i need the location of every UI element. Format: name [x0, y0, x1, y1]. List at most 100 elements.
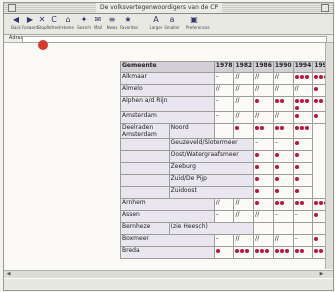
value-cell — [292, 222, 314, 235]
seat-dot — [299, 125, 304, 130]
seat-dot — [314, 200, 319, 205]
larger-icon: A — [153, 15, 159, 24]
seat-dot — [255, 152, 260, 157]
seat-dot — [294, 98, 299, 103]
subarea-cell: Zeeburg — [168, 162, 255, 175]
value-cell: // — [253, 111, 274, 124]
seat-dot — [260, 125, 265, 130]
scroll-left-arrow-icon[interactable]: ◀ — [6, 272, 11, 277]
toolbar-button-smaller[interactable]: a Smaller — [164, 15, 180, 33]
value-cell: – — [213, 111, 235, 124]
seat-dot — [314, 212, 319, 217]
value-cell: // — [272, 234, 294, 247]
seat-dot — [274, 176, 279, 181]
value-cell — [292, 72, 314, 85]
value-cell: // — [272, 111, 294, 124]
value-cell — [253, 186, 274, 199]
seat-dot — [274, 152, 279, 157]
table-row: Bernheze (zie Heesch) — [120, 222, 333, 235]
value-cell: – — [272, 210, 294, 223]
results-table: Gemeente 1978 1982 1986 1990 1994 1998 Alkmaar… — [120, 61, 333, 259]
seat-dot — [299, 200, 304, 205]
value-cell — [272, 174, 294, 187]
value-cell: – — [292, 210, 314, 223]
scroll-right-arrow-icon[interactable]: ▶ — [319, 272, 324, 277]
table-row: Almelo////////// — [120, 84, 333, 97]
favorites-icon: ★ — [124, 15, 132, 24]
value-cell — [292, 174, 314, 187]
seat-dot — [265, 248, 270, 253]
seat-dot — [260, 248, 265, 253]
value-cell — [292, 138, 314, 151]
subarea-cell: Oost/Watergraafsmeer — [168, 150, 255, 163]
value-cell — [213, 123, 235, 139]
table-header-cell: 1986 — [253, 61, 274, 73]
table-row: Deelraden Amsterdam Noord — [120, 123, 333, 139]
value-cell: – — [213, 96, 235, 112]
seat-dot — [304, 98, 309, 103]
horizontal-scrollbar[interactable]: ◀ ▶ — [4, 270, 333, 278]
value-cell — [292, 246, 314, 259]
seat-dot — [279, 125, 284, 130]
toolbar-button-favorites[interactable]: ★ Favorites — [120, 15, 138, 33]
seat-dot — [215, 248, 220, 253]
table-row: Arnhem//// — [120, 198, 333, 211]
toolbar-button-label: Larger — [149, 25, 163, 30]
value-cell: // — [233, 234, 255, 247]
title-bar[interactable]: De volksvertegenwoordigers van de CP — [4, 3, 333, 14]
value-cell: // — [272, 84, 294, 97]
value-cell: // — [233, 96, 255, 112]
gemeente-cell: Deelraden Amsterdam — [120, 123, 170, 139]
table-header-cell: 1982 — [233, 61, 255, 73]
seat-dot — [274, 98, 279, 103]
gemeente-cell — [120, 162, 170, 175]
value-cell: // — [253, 72, 274, 85]
table-row: Breda — [120, 246, 333, 259]
table-row: Assen –////– – — [120, 210, 333, 223]
zoom-box[interactable] — [321, 4, 329, 12]
close-box[interactable] — [8, 4, 16, 12]
toolbar-button-news[interactable]: ≡ News — [104, 15, 120, 33]
value-cell: // — [233, 84, 255, 97]
toolbar-button-home[interactable]: ⌂ Home — [60, 15, 76, 33]
seat-dot — [294, 188, 299, 193]
gemeente-cell: Alphen a/d Rijn — [120, 96, 215, 112]
value-cell: // — [292, 84, 314, 97]
value-cell — [233, 123, 255, 139]
seat-dot — [279, 98, 284, 103]
seat-dot — [245, 248, 250, 253]
value-cell: – — [253, 138, 274, 151]
seat-dot — [304, 125, 309, 130]
gemeente-cell: Assen — [120, 210, 215, 223]
value-cell — [253, 162, 274, 175]
value-cell — [213, 246, 235, 259]
seat-dot — [294, 176, 299, 181]
gemeente-cell: Alkmaar — [120, 72, 215, 85]
table-header-cell: 1978 — [213, 61, 235, 73]
address-input[interactable] — [22, 36, 327, 43]
seat-dot — [314, 248, 319, 253]
value-cell — [272, 96, 294, 112]
gemeente-cell: Boxmeer — [120, 234, 215, 247]
seat-dot — [294, 200, 299, 205]
gemeente-cell: Amsterdam — [120, 111, 215, 124]
seat-dot — [255, 125, 260, 130]
gemeente-cell — [120, 186, 170, 199]
seat-dot — [319, 200, 324, 205]
seat-dot — [299, 98, 304, 103]
subarea-cell: (zie Heesch) — [168, 222, 255, 235]
table-row: Alkmaar –////// — [120, 72, 333, 85]
vertical-scrollbar[interactable] — [325, 43, 333, 269]
seat-dot — [294, 105, 299, 110]
value-cell: – — [213, 234, 235, 247]
toolbar-button-larger[interactable]: A Larger — [148, 15, 164, 33]
value-cell: // — [213, 198, 235, 211]
seat-dot — [294, 113, 299, 118]
toolbar-button-label: Preferences — [186, 25, 210, 30]
table-row: Zuid/De Pijp — [120, 174, 333, 187]
toolbar-button-label: Smaller — [164, 25, 180, 30]
toolbar-button-preferences[interactable]: ▣ Preferences — [186, 15, 210, 33]
value-cell — [253, 246, 274, 259]
gemeente-cell — [120, 150, 170, 163]
browser-window: De volksvertegenwoordigers van de CP ◀ Ba… — [3, 2, 334, 291]
